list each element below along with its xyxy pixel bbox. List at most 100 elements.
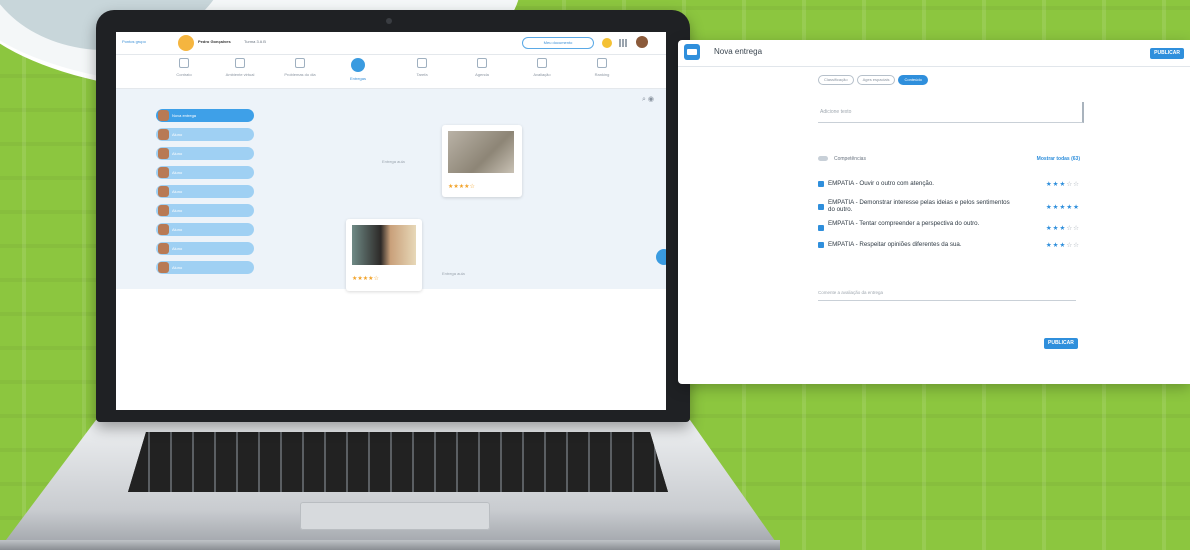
- student-label: Aluno: [172, 189, 183, 194]
- delivery-canvas: ⌕ ◉ Nova entrega Aluno Aluno Aluno Aluno…: [116, 89, 666, 291]
- show-all-link[interactable]: Mostrar todas (63): [1037, 156, 1080, 162]
- laptop-base-edge: [0, 540, 780, 550]
- connector-label: Entrega aula: [382, 159, 405, 164]
- skill-checkbox[interactable]: [818, 242, 824, 248]
- star-rating[interactable]: ★★★☆☆: [1046, 181, 1080, 188]
- zoom-controls[interactable]: ⌕ ◉: [642, 95, 654, 104]
- list-item[interactable]: Aluno: [156, 128, 254, 141]
- laptop-keyboard: [128, 432, 668, 492]
- chip-conteudo[interactable]: Conteúdo: [898, 75, 928, 85]
- student-list: Nova entrega Aluno Aluno Aluno Aluno Alu…: [156, 109, 254, 280]
- student-label: Aluno: [172, 132, 183, 137]
- connector-label: Entrega aula: [442, 271, 465, 276]
- skill-text: EMPATIA - Respeitar opiniões diferentes …: [828, 241, 962, 248]
- star-rating[interactable]: ★★★☆☆: [1046, 242, 1080, 249]
- skill-text: EMPATIA - Ouvir o outro com atenção.: [828, 180, 935, 187]
- text-input[interactable]: Adicione texto: [818, 102, 1084, 123]
- chip-classificacao[interactable]: Classificação: [818, 75, 854, 85]
- profile-avatar[interactable]: [636, 36, 648, 48]
- student-label: Aluno: [172, 151, 183, 156]
- tab-contrato[interactable]: Contrato: [156, 58, 212, 77]
- laptop-trackpad: [300, 502, 490, 530]
- student-label: Aluno: [172, 246, 183, 251]
- laptop-lid: Pontos grupo Pedro Gonçalves Turma 3 A B…: [96, 10, 690, 422]
- app-header: Pontos grupo Pedro Gonçalves Turma 3 A B…: [116, 32, 666, 55]
- tab-icon: [477, 58, 487, 68]
- toggle-label: Competências: [834, 156, 866, 162]
- tab-avaliacao[interactable]: Avaliação: [514, 58, 570, 77]
- avatar: [158, 262, 169, 273]
- tab-ambiente[interactable]: Ambiente virtual: [212, 58, 268, 77]
- star-rating: ★★★★☆: [352, 276, 379, 282]
- publish-button[interactable]: PUBLICAR: [1150, 48, 1184, 59]
- document-button[interactable]: Meu documento: [522, 37, 594, 49]
- tab-entregas[interactable]: Entregas: [330, 58, 386, 81]
- list-item[interactable]: Aluno: [156, 185, 254, 198]
- avatar: [158, 148, 169, 159]
- list-item[interactable]: Aluno: [156, 261, 254, 274]
- tab-label: Avaliação: [533, 72, 551, 77]
- delivery-card[interactable]: ★★★★☆: [346, 219, 422, 291]
- delivery-card[interactable]: ★★★★☆: [442, 125, 522, 197]
- star-rating[interactable]: ★★★★★: [1046, 204, 1080, 211]
- panel-title: Nova entrega: [714, 47, 763, 56]
- notification-icon[interactable]: [602, 38, 612, 48]
- skill-list: EMPATIA - Ouvir o outro com atenção. ★★★…: [818, 180, 1080, 262]
- chip-row: Classificação Ages espaciais Conteúdo: [818, 68, 931, 86]
- student-label: Aluno: [172, 170, 183, 175]
- tab-icon: [417, 58, 427, 68]
- add-button[interactable]: [656, 249, 666, 265]
- apps-grid-icon[interactable]: [619, 39, 627, 47]
- avatar[interactable]: [178, 35, 194, 51]
- tab-icon: [597, 58, 607, 68]
- avatar: [158, 129, 169, 140]
- card-image: [352, 225, 416, 265]
- tab-problemas[interactable]: Problemas do dia: [272, 58, 328, 77]
- tab-icon: [235, 58, 245, 68]
- avatar: [158, 167, 169, 178]
- publish-button-bottom[interactable]: PUBLICAR: [1044, 338, 1078, 349]
- avatar: [158, 205, 169, 216]
- list-item[interactable]: Aluno: [156, 223, 254, 236]
- avatar: [158, 186, 169, 197]
- list-item[interactable]: Aluno: [156, 166, 254, 179]
- delivery-icon: [684, 44, 700, 60]
- skill-text: EMPATIA - Tentar compreender a perspecti…: [828, 220, 980, 227]
- tab-agenda[interactable]: Agenda: [454, 58, 510, 77]
- header-link[interactable]: Pontos grupo: [122, 39, 146, 44]
- avatar: [158, 224, 169, 235]
- tab-label: Ranking: [594, 72, 610, 77]
- list-item: EMPATIA - Ouvir o outro com atenção. ★★★…: [818, 180, 1080, 194]
- list-item[interactable]: Nova entrega: [156, 109, 254, 122]
- tab-ranking[interactable]: Ranking: [574, 58, 630, 77]
- chip-ages[interactable]: Ages espaciais: [856, 75, 896, 85]
- panel-header: Nova entrega PUBLICAR: [678, 40, 1190, 67]
- student-label: Aluno: [172, 265, 183, 270]
- competencies-toggle[interactable]: [818, 156, 828, 162]
- tab-icon: [179, 58, 189, 68]
- user-name: Pedro Gonçalves: [198, 39, 231, 44]
- skill-checkbox[interactable]: [818, 181, 824, 187]
- list-item[interactable]: Aluno: [156, 147, 254, 160]
- tab-tarefa[interactable]: Tarefa: [394, 58, 450, 77]
- tab-label: Entregas: [349, 76, 366, 81]
- tab-label: Ambiente virtual: [225, 72, 255, 77]
- student-label: Aluno: [172, 227, 183, 232]
- skill-text: EMPATIA - Demonstrar interesse pelas ide…: [828, 199, 1010, 213]
- card-image: [448, 131, 514, 173]
- tab-icon: [351, 58, 365, 72]
- tab-bar: Contrato Ambiente virtual Problemas do d…: [116, 54, 666, 89]
- laptop-screen: Pontos grupo Pedro Gonçalves Turma 3 A B…: [116, 32, 666, 410]
- list-item[interactable]: Aluno: [156, 204, 254, 217]
- skill-checkbox[interactable]: [818, 225, 824, 231]
- student-label: Nova entrega: [172, 113, 197, 118]
- avatar: [158, 110, 169, 121]
- new-delivery-panel: Nova entrega PUBLICAR Classificação Ages …: [678, 40, 1190, 384]
- tab-label: Problemas do dia: [284, 72, 316, 77]
- avatar: [158, 243, 169, 254]
- comment-input[interactable]: Comente a avaliação da entrega: [818, 286, 1076, 301]
- list-item[interactable]: Aluno: [156, 242, 254, 255]
- skill-checkbox[interactable]: [818, 204, 824, 210]
- star-rating[interactable]: ★★★☆☆: [1046, 225, 1080, 232]
- tab-label: Tarefa: [416, 72, 428, 77]
